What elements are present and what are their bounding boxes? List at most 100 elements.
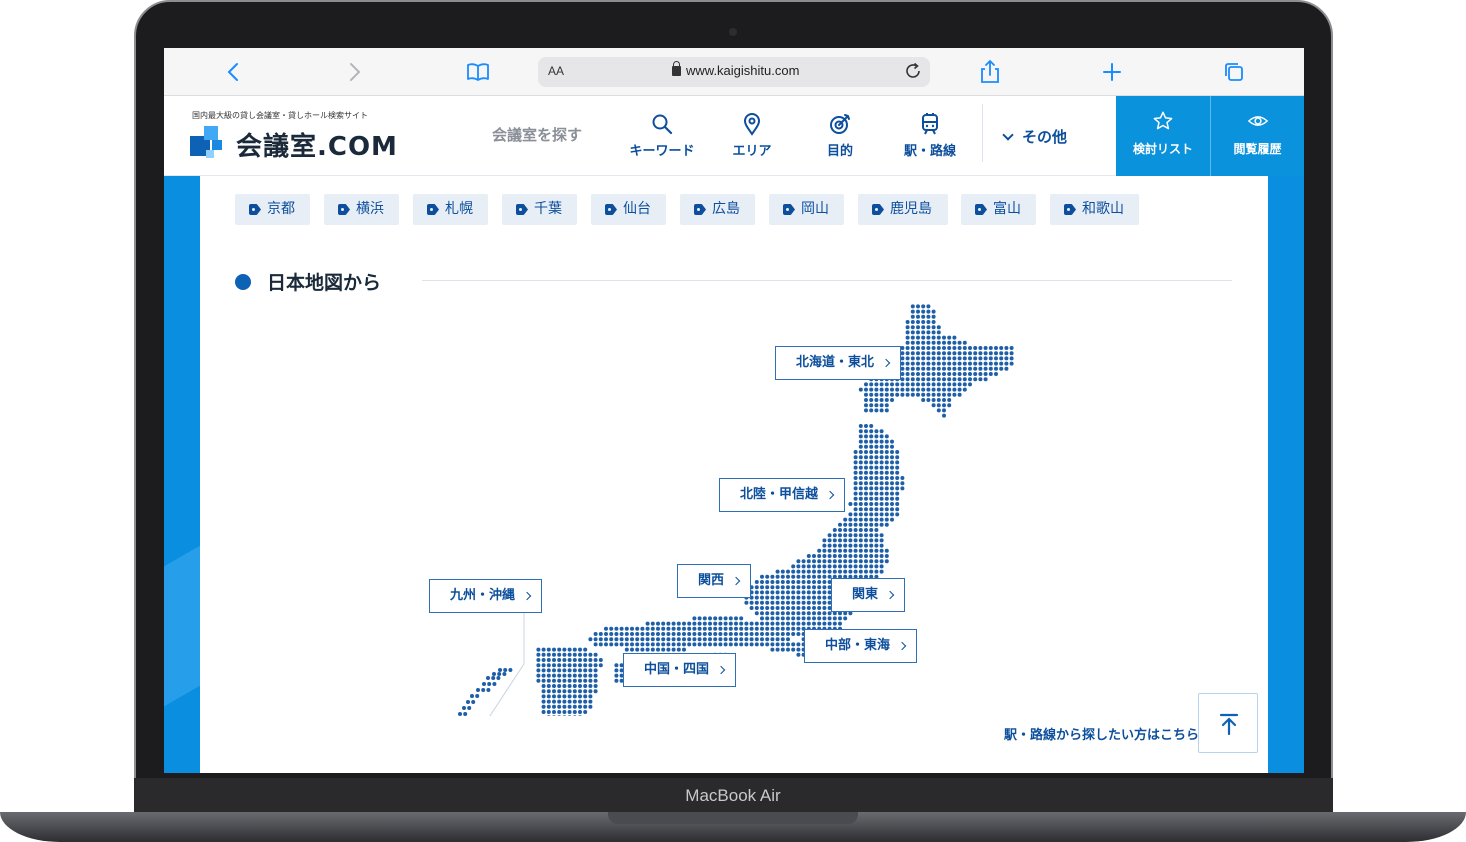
map-dot xyxy=(869,538,874,543)
tabs-icon[interactable] xyxy=(1220,58,1248,86)
map-dot xyxy=(848,554,853,558)
map-dot xyxy=(869,470,874,475)
map-dot xyxy=(931,382,936,387)
bookmarks-icon[interactable] xyxy=(464,58,492,86)
text-size-button[interactable]: AA xyxy=(548,64,564,78)
map-dot xyxy=(796,647,801,652)
map-dot xyxy=(744,642,749,647)
map-dot xyxy=(916,309,920,314)
city-tag[interactable]: 仙台 xyxy=(591,194,666,225)
address-bar[interactable]: AA www.kaigishitu.com xyxy=(538,57,930,87)
map-dot xyxy=(567,678,572,683)
map-dot xyxy=(497,672,502,676)
map-dot xyxy=(864,392,868,397)
map-dot xyxy=(978,356,983,361)
history-button[interactable]: 閲覧履歴 xyxy=(1210,96,1304,176)
map-dot xyxy=(884,455,889,460)
device-brand: MacBook Air xyxy=(685,786,781,805)
map-dot xyxy=(869,424,874,428)
map-dot xyxy=(843,533,848,538)
screen: AA www.kaigishitu.com 国内最大級の貸し会議室・貸しホール検… xyxy=(164,48,1304,773)
map-dot xyxy=(864,559,868,564)
map-dot xyxy=(749,637,754,642)
region-kyushu-okinawa[interactable]: 九州・沖縄 xyxy=(429,579,543,613)
map-dot xyxy=(723,626,728,631)
region-kanto[interactable]: 関東 xyxy=(831,578,906,612)
map-dot xyxy=(879,512,884,517)
map-dot xyxy=(780,580,785,584)
map-dot xyxy=(869,548,874,553)
map-dot xyxy=(853,502,858,506)
map-dot xyxy=(895,460,900,465)
map-dot xyxy=(874,434,879,439)
city-tag[interactable]: 横浜 xyxy=(324,194,399,225)
city-tag-label: 千葉 xyxy=(534,201,562,217)
nav-area[interactable]: エリア xyxy=(712,112,792,159)
map-dot xyxy=(962,387,967,392)
map-dot xyxy=(916,335,920,340)
nav-keyword[interactable]: キーワード xyxy=(622,112,702,159)
map-dot xyxy=(900,486,905,491)
back-icon[interactable] xyxy=(220,58,248,86)
map-dot xyxy=(936,346,941,350)
map-dot xyxy=(931,366,936,371)
map-dot xyxy=(858,424,863,428)
map-dot xyxy=(931,356,936,361)
region-hokuriku-koshinetsu[interactable]: 北陸・甲信越 xyxy=(719,478,846,512)
map-dot xyxy=(786,616,790,621)
map-dot xyxy=(879,564,884,569)
map-dot xyxy=(770,574,775,579)
map-dot xyxy=(682,637,686,642)
city-tag[interactable]: 札幌 xyxy=(413,194,488,225)
site-logo-text[interactable]: 会議室.COM xyxy=(236,126,398,163)
map-dot xyxy=(832,543,837,548)
reload-icon[interactable] xyxy=(902,60,924,82)
city-tag[interactable]: 広島 xyxy=(680,194,755,225)
map-dot xyxy=(988,366,993,371)
map-dot xyxy=(858,517,863,522)
map-dot xyxy=(630,642,634,647)
wishlist-button[interactable]: 検討リスト xyxy=(1116,96,1210,176)
region-kansai[interactable]: 関西 xyxy=(677,564,752,598)
map-dot xyxy=(952,335,957,340)
map-dot xyxy=(676,647,681,652)
map-dot xyxy=(864,486,868,491)
share-icon[interactable] xyxy=(976,58,1004,86)
logo-icon[interactable] xyxy=(190,126,226,158)
city-tag[interactable]: 岡山 xyxy=(769,194,844,225)
map-dot xyxy=(692,626,697,631)
map-dot xyxy=(552,668,556,673)
region-chugoku-shikoku[interactable]: 中国・四国 xyxy=(623,653,737,687)
nav-purpose[interactable]: 目的 xyxy=(800,112,880,159)
map-dot xyxy=(853,455,858,460)
map-dot xyxy=(890,502,894,506)
map-dot xyxy=(708,621,712,626)
new-tab-icon[interactable] xyxy=(1098,58,1126,86)
map-dot xyxy=(978,377,983,382)
map-dot xyxy=(905,356,910,361)
city-tag[interactable]: 千葉 xyxy=(502,194,577,225)
nav-station[interactable]: 駅・路線 xyxy=(890,112,970,159)
map-dot xyxy=(890,460,894,465)
station-search-link[interactable]: 駅・路線から探したい方はこちら xyxy=(1004,724,1199,743)
map-dot xyxy=(645,626,650,631)
map-dot xyxy=(916,346,920,350)
map-dot xyxy=(541,647,546,652)
map-dot xyxy=(588,652,593,657)
map-dot xyxy=(775,621,780,626)
city-tag[interactable]: 和歌山 xyxy=(1050,194,1139,225)
map-dot xyxy=(957,340,962,345)
region-hokkaido-tohoku[interactable]: 北海道・東北 xyxy=(775,346,902,380)
city-tag[interactable]: 京都 xyxy=(235,194,310,225)
other-menu[interactable]: その他 xyxy=(1002,126,1067,147)
map-dot xyxy=(988,351,993,356)
map-dot xyxy=(541,689,546,694)
city-tag[interactable]: 鹿児島 xyxy=(858,194,948,225)
city-tag[interactable]: 富山 xyxy=(961,194,1036,225)
map-dot xyxy=(567,704,572,709)
scroll-to-top-button[interactable] xyxy=(1198,693,1258,753)
map-dot xyxy=(491,676,496,680)
forward-icon[interactable] xyxy=(340,58,368,86)
map-dot xyxy=(546,658,551,662)
region-chubu-tokai[interactable]: 中部・東海 xyxy=(804,629,918,663)
